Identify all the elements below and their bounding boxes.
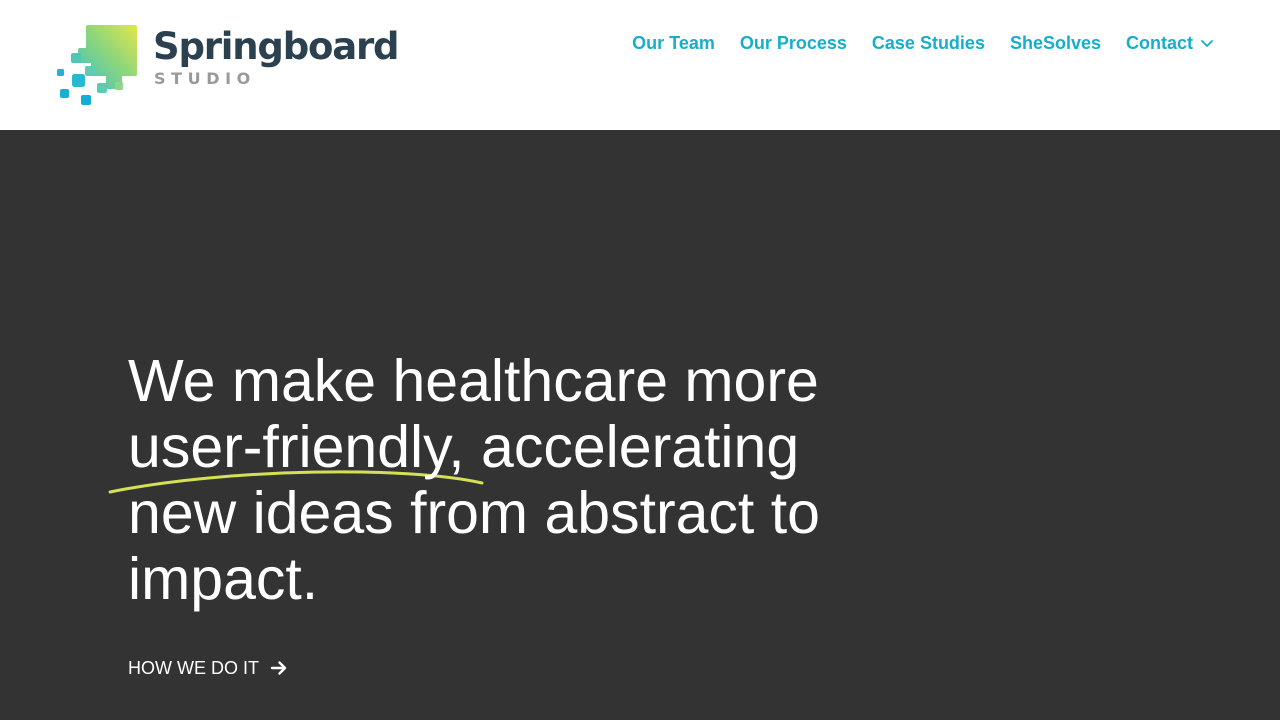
nav-link-label: Contact (1126, 33, 1193, 53)
nav-link-our-team[interactable]: Our Team (632, 31, 715, 55)
nav-link-case-studies[interactable]: Case Studies (872, 31, 985, 55)
headline-line: We make healthcare more (128, 348, 819, 414)
headline-line: impact. (128, 546, 319, 612)
chevron-down-icon (1201, 40, 1213, 47)
site-header: Springboard STUDIO Our Team Our Process … (0, 0, 1280, 130)
nav-link-our-process[interactable]: Our Process (740, 31, 847, 55)
springboard-logo-link[interactable]: Springboard STUDIO (56, 24, 399, 108)
nav-link-shesolves[interactable]: SheSolves (1010, 31, 1101, 55)
brand-name: Springboard (153, 25, 399, 68)
springboard-pixel-logo-icon (57, 25, 137, 105)
nav-link-label: Our Team (632, 33, 715, 53)
hero-headline: We make healthcare more user-friendly, a… (128, 348, 888, 612)
nav-link-label: SheSolves (1009, 33, 1101, 53)
headline-line: new ideas from abstract to (128, 480, 820, 546)
nav-link-label: Our Process (739, 33, 847, 53)
hero-section: We make healthcare more user-friendly, a… (0, 130, 1280, 720)
nav-link-label: Case Studies (871, 33, 985, 53)
brand-subtitle: STUDIO (154, 69, 256, 88)
how-we-do-it-link[interactable]: HOW WE DO IT (128, 656, 288, 680)
nav-link-contact[interactable]: Contact (1126, 31, 1214, 55)
arrow-right-icon (270, 661, 287, 675)
headline-line: user-friendly, accelerating (128, 414, 800, 480)
cta-label: HOW WE DO IT (128, 658, 259, 678)
main-navigation: Our Team Our Process Case Studies SheSol… (632, 31, 1214, 55)
